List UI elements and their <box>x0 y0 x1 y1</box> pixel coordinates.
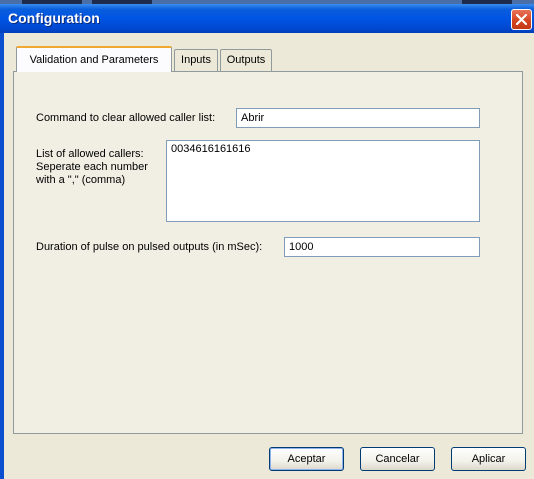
window-frame-left <box>0 33 4 479</box>
window-title: Configuration <box>8 10 100 26</box>
close-button[interactable] <box>511 9 532 30</box>
cancel-button[interactable]: Cancelar <box>360 447 435 471</box>
ok-button-label: Aceptar <box>287 453 326 465</box>
clear-command-input[interactable] <box>236 108 480 128</box>
tab-outputs[interactable]: Outputs <box>220 49 272 71</box>
pulse-duration-label: Duration of pulse on pulsed outputs (in … <box>36 241 263 253</box>
tab-label: Validation and Parameters <box>29 54 159 66</box>
allowed-callers-label: List of allowed callers: <box>36 148 144 160</box>
tab-validation-and-parameters[interactable]: Validation and Parameters <box>16 46 172 72</box>
title-bar[interactable]: Configuration <box>0 4 534 33</box>
apply-button-label: Aplicar <box>471 453 506 465</box>
tab-panel: Command to clear allowed caller list: Li… <box>13 71 523 434</box>
tab-label: Inputs <box>181 54 211 66</box>
allowed-callers-textarea[interactable]: 0034616161616 <box>166 140 480 222</box>
clear-command-label: Command to clear allowed caller list: <box>36 112 216 124</box>
tab-label: Outputs <box>226 54 266 66</box>
pulse-duration-input[interactable] <box>284 237 480 257</box>
ok-button[interactable]: Aceptar <box>269 447 344 471</box>
allowed-callers-hint-line1: Seperate each number <box>36 161 148 173</box>
close-icon <box>516 14 527 25</box>
tab-inputs[interactable]: Inputs <box>174 49 218 71</box>
cancel-button-label: Cancelar <box>375 453 420 465</box>
allowed-callers-hint-line2: with a "," (comma) <box>36 174 126 186</box>
configuration-dialog: Configuration Validation and Parameters … <box>0 4 534 479</box>
apply-button[interactable]: Aplicar <box>451 447 526 471</box>
